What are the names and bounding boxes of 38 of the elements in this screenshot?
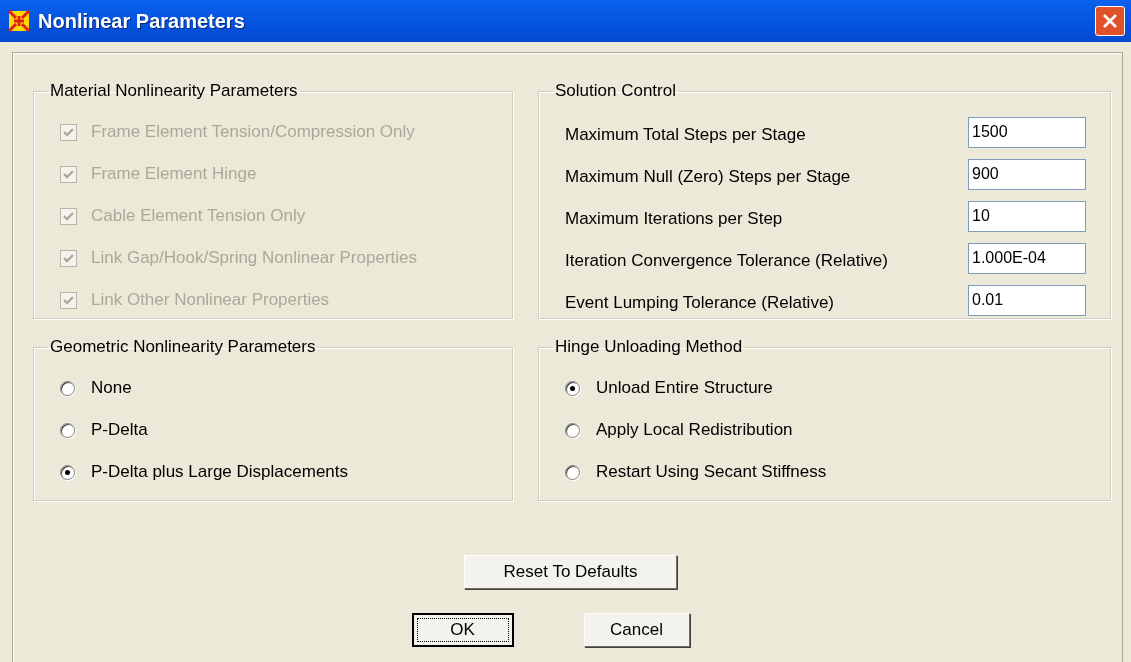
radio-label: Apply Local Redistribution	[596, 420, 793, 440]
close-icon[interactable]	[1095, 6, 1125, 36]
reset-defaults-button[interactable]: Reset To Defaults	[464, 555, 677, 589]
input-field[interactable]: 10	[968, 200, 1086, 232]
radio-label: P-Delta plus Large Displacements	[91, 462, 348, 482]
check-mark-icon	[62, 167, 75, 181]
field-label: Maximum Iterations per Step	[565, 208, 783, 229]
field-label: Event Lumping Tolerance (Relative)	[565, 292, 834, 313]
cancel-button[interactable]: Cancel	[583, 613, 690, 647]
group-title: Hinge Unloading Method	[554, 337, 744, 357]
checkbox-label: Link Gap/Hook/Spring Nonlinear Properties	[91, 248, 417, 268]
app-icon	[8, 10, 30, 32]
field-label: Maximum Null (Zero) Steps per Stage	[565, 166, 851, 187]
group-title: Geometric Nonlinearity Parameters	[49, 337, 317, 357]
window-title: Nonlinear Parameters	[38, 9, 246, 33]
input-field[interactable]: 1500	[968, 116, 1086, 148]
check-mark-icon	[62, 209, 75, 223]
checkbox-label: Cable Element Tension Only	[91, 206, 306, 226]
checkbox-label: Frame Element Tension/Compression Only	[91, 122, 415, 142]
group-title: Material Nonlinearity Parameters	[49, 81, 299, 101]
check-mark-icon	[62, 293, 75, 307]
field-label: Iteration Convergence Tolerance (Relative)	[565, 250, 888, 271]
radio-label: Restart Using Secant Stiffness	[596, 462, 827, 482]
checkbox-label: Frame Element Hinge	[91, 164, 257, 184]
check-mark-icon	[62, 251, 75, 265]
radio-label: Unload Entire Structure	[596, 378, 773, 398]
ok-button[interactable]: OK	[411, 613, 514, 647]
checkbox-label: Link Other Nonlinear Properties	[91, 290, 330, 310]
check-mark-icon	[62, 125, 75, 139]
radio-label: None	[91, 378, 132, 398]
group-title: Solution Control	[554, 81, 677, 101]
field-label: Maximum Total Steps per Stage	[565, 124, 806, 145]
radio-button[interactable]	[60, 422, 75, 438]
radio-button[interactable]	[565, 380, 580, 396]
input-field[interactable]: 0.01	[968, 284, 1086, 316]
input-field[interactable]: 900	[968, 158, 1086, 190]
radio-label: P-Delta	[91, 420, 148, 440]
input-field[interactable]: 1.000E-04	[968, 242, 1086, 274]
